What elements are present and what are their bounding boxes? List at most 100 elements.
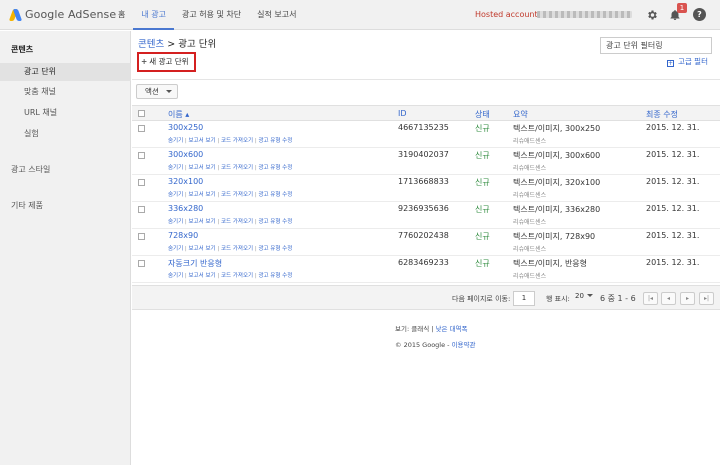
ad-unit-modified-date: 2015. 12. 31. <box>646 150 700 159</box>
row-action-link[interactable]: 보고서 보기 <box>189 165 216 171</box>
help-icon[interactable]: ? <box>693 8 706 21</box>
row-action-link[interactable]: 코드 가져오기 <box>221 165 253 171</box>
page-range: 6 중 1 - 6 <box>600 294 636 303</box>
sidebar-item-ad-units[interactable]: 광고 단위 <box>0 63 131 81</box>
row-action-link[interactable]: 숨기기 <box>168 219 183 225</box>
rows-per-page-select[interactable]: 20 <box>575 292 593 300</box>
ad-unit-summary-sub: 리슈애드센스 <box>513 138 547 145</box>
ad-unit-name-link[interactable]: 336x280 <box>168 204 203 213</box>
table-row: 300x250 숨기기 | 보고서 보기 | 코드 가져오기 | 광고 유형 수정… <box>132 122 720 148</box>
row-checkbox[interactable] <box>138 206 145 213</box>
ad-unit-name-link[interactable]: 300x600 <box>168 150 203 159</box>
pagination-bar: 다음 페이지로 이동: 1 행 표시: 20 6 중 1 - 6 |◂ ◂ ▸ … <box>132 285 720 310</box>
table-row: 300x600 숨기기 | 보고서 보기 | 코드 가져오기 | 광고 유형 수정… <box>132 149 720 175</box>
ad-unit-id: 7760202438 <box>398 231 449 240</box>
row-action-link[interactable]: 보고서 보기 <box>189 192 216 198</box>
row-action-link[interactable]: 보고서 보기 <box>189 273 216 279</box>
ad-unit-name-link[interactable]: 자동크기 반응형 <box>168 258 222 269</box>
ad-unit-name-link[interactable]: 320x100 <box>168 177 203 186</box>
column-status[interactable]: 상태 <box>475 109 490 120</box>
page-number-input[interactable]: 1 <box>513 291 535 306</box>
row-action-link[interactable]: 코드 가져오기 <box>221 246 253 252</box>
table-row: 728x90 숨기기 | 보고서 보기 | 코드 가져오기 | 광고 유형 수정 7… <box>132 230 720 256</box>
tab-my-ads[interactable]: 내 광고 <box>133 0 174 30</box>
table-row: 자동크기 반응형 숨기기 | 보고서 보기 | 코드 가져오기 | 광고 유형 수… <box>132 257 720 283</box>
sidebar-item-custom-channels[interactable]: 맞춤 채널 <box>0 83 131 101</box>
ad-unit-name-link[interactable]: 728x90 <box>168 231 198 240</box>
ad-unit-summary-sub: 리슈애드센스 <box>513 192 547 199</box>
row-checkbox[interactable] <box>138 179 145 186</box>
row-action-link[interactable]: 광고 유형 수정 <box>258 138 292 144</box>
divider <box>132 79 720 80</box>
view-label: 보기: <box>395 325 410 333</box>
row-action-link[interactable]: 보고서 보기 <box>189 138 216 144</box>
logo-text: Google AdSense <box>25 7 117 21</box>
first-page-icon[interactable]: |◂ <box>643 292 658 305</box>
row-action-link[interactable]: 숨기기 <box>168 273 183 279</box>
tab-allow-block[interactable]: 광고 허용 및 차단 <box>174 0 249 30</box>
last-page-icon[interactable]: ▸| <box>699 292 714 305</box>
row-action-link[interactable]: 코드 가져오기 <box>221 273 253 279</box>
ad-unit-summary: 텍스트/이미지, 300x250 <box>513 124 601 133</box>
row-action-link[interactable]: 코드 가져오기 <box>221 219 253 225</box>
account-email-redacted[interactable] <box>537 11 632 18</box>
row-action-link[interactable]: 코드 가져오기 <box>221 192 253 198</box>
row-checkbox[interactable] <box>138 233 145 240</box>
table-row: 336x280 숨기기 | 보고서 보기 | 코드 가져오기 | 광고 유형 수정… <box>132 203 720 229</box>
ad-unit-modified-date: 2015. 12. 31. <box>646 177 700 186</box>
chevron-down-icon <box>166 90 172 93</box>
row-action-link[interactable]: 광고 유형 수정 <box>258 273 292 279</box>
column-modified[interactable]: 최종 수정 <box>646 109 678 120</box>
ad-unit-modified-date: 2015. 12. 31. <box>646 204 700 213</box>
row-action-link[interactable]: 보고서 보기 <box>189 246 216 252</box>
classic-view: 클래식 <box>411 325 430 333</box>
ad-unit-id: 4667135235 <box>398 123 449 132</box>
new-ad-unit-label: 새 광고 단위 <box>149 57 189 66</box>
row-action-link[interactable]: 광고 유형 수정 <box>258 165 292 171</box>
ad-unit-summary: 텍스트/이미지, 320x100 <box>513 178 601 187</box>
row-action-link[interactable]: 숨기기 <box>168 192 183 198</box>
adsense-logo-icon <box>8 7 23 21</box>
row-action-link[interactable]: 광고 유형 수정 <box>258 246 292 252</box>
breadcrumb: 콘텐츠 > 광고 단위 <box>138 36 216 50</box>
row-action-link[interactable]: 보고서 보기 <box>189 219 216 225</box>
ad-unit-modified-date: 2015. 12. 31. <box>646 231 700 240</box>
tab-home[interactable]: 홈 <box>110 0 133 30</box>
row-action-link[interactable]: 코드 가져오기 <box>221 138 253 144</box>
row-action-link[interactable]: 광고 유형 수정 <box>258 192 292 198</box>
action-dropdown[interactable]: 액션 <box>136 84 178 99</box>
gear-icon[interactable] <box>645 8 658 21</box>
row-checkbox[interactable] <box>138 125 145 132</box>
column-name[interactable]: 이름 ▴ <box>168 109 189 120</box>
row-action-link[interactable]: 숨기기 <box>168 138 183 144</box>
ad-unit-name-link[interactable]: 300x250 <box>168 123 203 132</box>
sidebar-item-ad-styles[interactable]: 광고 스타일 <box>0 161 131 179</box>
row-action-link[interactable]: 광고 유형 수정 <box>258 219 292 225</box>
row-action-link[interactable]: 숨기기 <box>168 165 183 171</box>
prev-page-icon[interactable]: ◂ <box>661 292 676 305</box>
select-all-checkbox[interactable] <box>138 110 145 117</box>
column-summary[interactable]: 요약 <box>513 109 528 120</box>
column-id[interactable]: ID <box>398 109 407 118</box>
sidebar-item-content[interactable]: 콘텐츠 <box>0 41 131 59</box>
breadcrumb-parent[interactable]: 콘텐츠 <box>138 39 164 50</box>
sidebar-item-other-products[interactable]: 기타 제품 <box>0 197 131 215</box>
low-bandwidth-link[interactable]: 낮은 대역폭 <box>436 325 468 333</box>
row-action-link[interactable]: 숨기기 <box>168 246 183 252</box>
row-actions: 숨기기 | 보고서 보기 | 코드 가져오기 | 광고 유형 수정 <box>168 163 292 171</box>
status-badge: 신규 <box>475 205 490 214</box>
advanced-filter-link[interactable]: + 고급 필터 <box>667 56 708 67</box>
row-actions: 숨기기 | 보고서 보기 | 코드 가져오기 | 광고 유형 수정 <box>168 217 292 225</box>
new-ad-unit-button[interactable]: + 새 광고 단위 <box>141 56 189 67</box>
next-page-icon[interactable]: ▸ <box>680 292 695 305</box>
tab-reports[interactable]: 실적 보고서 <box>249 0 304 30</box>
terms-link[interactable]: 이용약관 <box>452 341 476 349</box>
row-checkbox[interactable] <box>138 152 145 159</box>
row-checkbox[interactable] <box>138 260 145 267</box>
ad-unit-summary: 텍스트/이미지, 300x600 <box>513 151 601 160</box>
status-badge: 신규 <box>475 259 490 268</box>
sidebar-item-url-channels[interactable]: URL 채널 <box>0 104 131 122</box>
ad-unit-filter-input[interactable]: 광고 단위 필터링 <box>600 37 712 54</box>
adsense-logo[interactable]: Google AdSense <box>8 7 117 21</box>
sidebar-item-experiments[interactable]: 실험 <box>0 125 131 143</box>
